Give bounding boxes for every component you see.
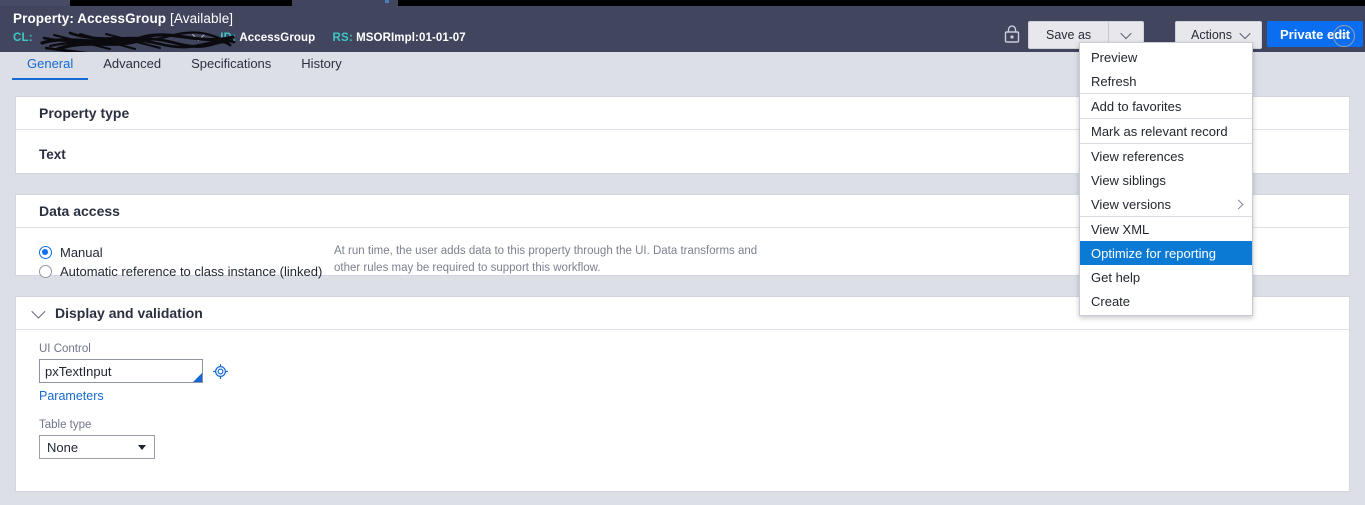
table-type-value: None <box>47 439 79 455</box>
lock-icon <box>1004 25 1020 43</box>
radio-automatic-label: Automatic reference to class instance (l… <box>60 264 323 279</box>
display-validation-title: Display and validation <box>55 305 203 321</box>
menu-item-preview[interactable]: Preview <box>1080 45 1252 69</box>
chrome-tab-indicator <box>385 0 389 3</box>
menu-item-get-help[interactable]: Get help <box>1080 265 1252 289</box>
page-title-main: Property: AccessGroup <box>13 11 167 26</box>
ui-control-input[interactable]: pxTextInput <box>39 359 203 383</box>
meta-ruleset-label: RS: <box>332 32 353 44</box>
tab-advanced[interactable]: Advanced <box>88 52 176 80</box>
radio-option-manual[interactable]: Manual <box>39 243 334 262</box>
meta-class-label: CL: <box>13 32 33 44</box>
page-title: Property: AccessGroup [Available] <box>13 11 233 26</box>
radio-manual-label: Manual <box>60 245 103 260</box>
radio-manual-indicator[interactable] <box>39 246 52 259</box>
menu-item-optimize-for-reporting[interactable]: Optimize for reporting <box>1080 241 1252 265</box>
tab-specifications[interactable]: Specifications <box>176 52 286 80</box>
meta-id-value: AccessGroup <box>239 32 316 44</box>
actions-label: Actions <box>1191 28 1232 42</box>
menu-item-add-to-favorites[interactable]: Add to favorites <box>1080 94 1252 119</box>
menu-item-view-versions[interactable]: View versions <box>1080 192 1252 217</box>
ui-control-value: pxTextInput <box>45 363 112 379</box>
gear-icon[interactable] <box>213 363 228 379</box>
menu-item-create[interactable]: Create <box>1080 289 1252 313</box>
menu-item-view-xml[interactable]: View XML <box>1080 217 1252 241</box>
smart-prompt-corner-icon <box>193 373 202 382</box>
data-access-help-text: At run time, the user adds data to this … <box>334 245 758 274</box>
actions-dropdown-menu: Preview Refresh Add to favorites Mark as… <box>1079 42 1253 316</box>
chevron-right-icon <box>1233 199 1244 209</box>
tab-general[interactable]: General <box>12 52 89 80</box>
parameters-link[interactable]: Parameters <box>39 389 104 403</box>
menu-item-view-references[interactable]: View references <box>1080 144 1252 168</box>
radio-automatic-indicator[interactable] <box>39 265 52 278</box>
radio-option-automatic[interactable]: Automatic reference to class instance (l… <box>39 262 334 281</box>
menu-item-view-siblings[interactable]: View siblings <box>1080 168 1252 192</box>
meta-ruleset: RS: MSORImpl:01-01-07 <box>332 32 465 44</box>
menu-item-view-versions-label: View versions <box>1091 196 1171 212</box>
ui-control-label: UI Control <box>39 343 91 355</box>
chevron-down-icon <box>138 445 146 450</box>
tab-history[interactable]: History <box>286 52 356 80</box>
display-validation-card: Display and validation UI Control pxText… <box>15 296 1350 492</box>
chevron-down-icon <box>1239 27 1251 40</box>
menu-item-refresh[interactable]: Refresh <box>1080 69 1252 94</box>
page-title-status: [Available] <box>170 11 234 26</box>
table-type-label: Table type <box>39 419 92 431</box>
close-icon[interactable]: × <box>1333 25 1355 47</box>
display-validation-body: UI Control pxTextInput Parameters Table … <box>16 330 1349 475</box>
data-access-options: Manual Automatic reference to class inst… <box>39 241 334 281</box>
menu-item-mark-as-relevant-record[interactable]: Mark as relevant record <box>1080 119 1252 144</box>
chevron-down-icon[interactable] <box>31 304 46 319</box>
chevron-down-icon <box>1120 27 1132 40</box>
meta-ruleset-value: MSORImpl:01-01-07 <box>356 32 466 44</box>
redaction-scribble <box>40 31 236 55</box>
table-type-select[interactable]: None <box>39 435 155 459</box>
